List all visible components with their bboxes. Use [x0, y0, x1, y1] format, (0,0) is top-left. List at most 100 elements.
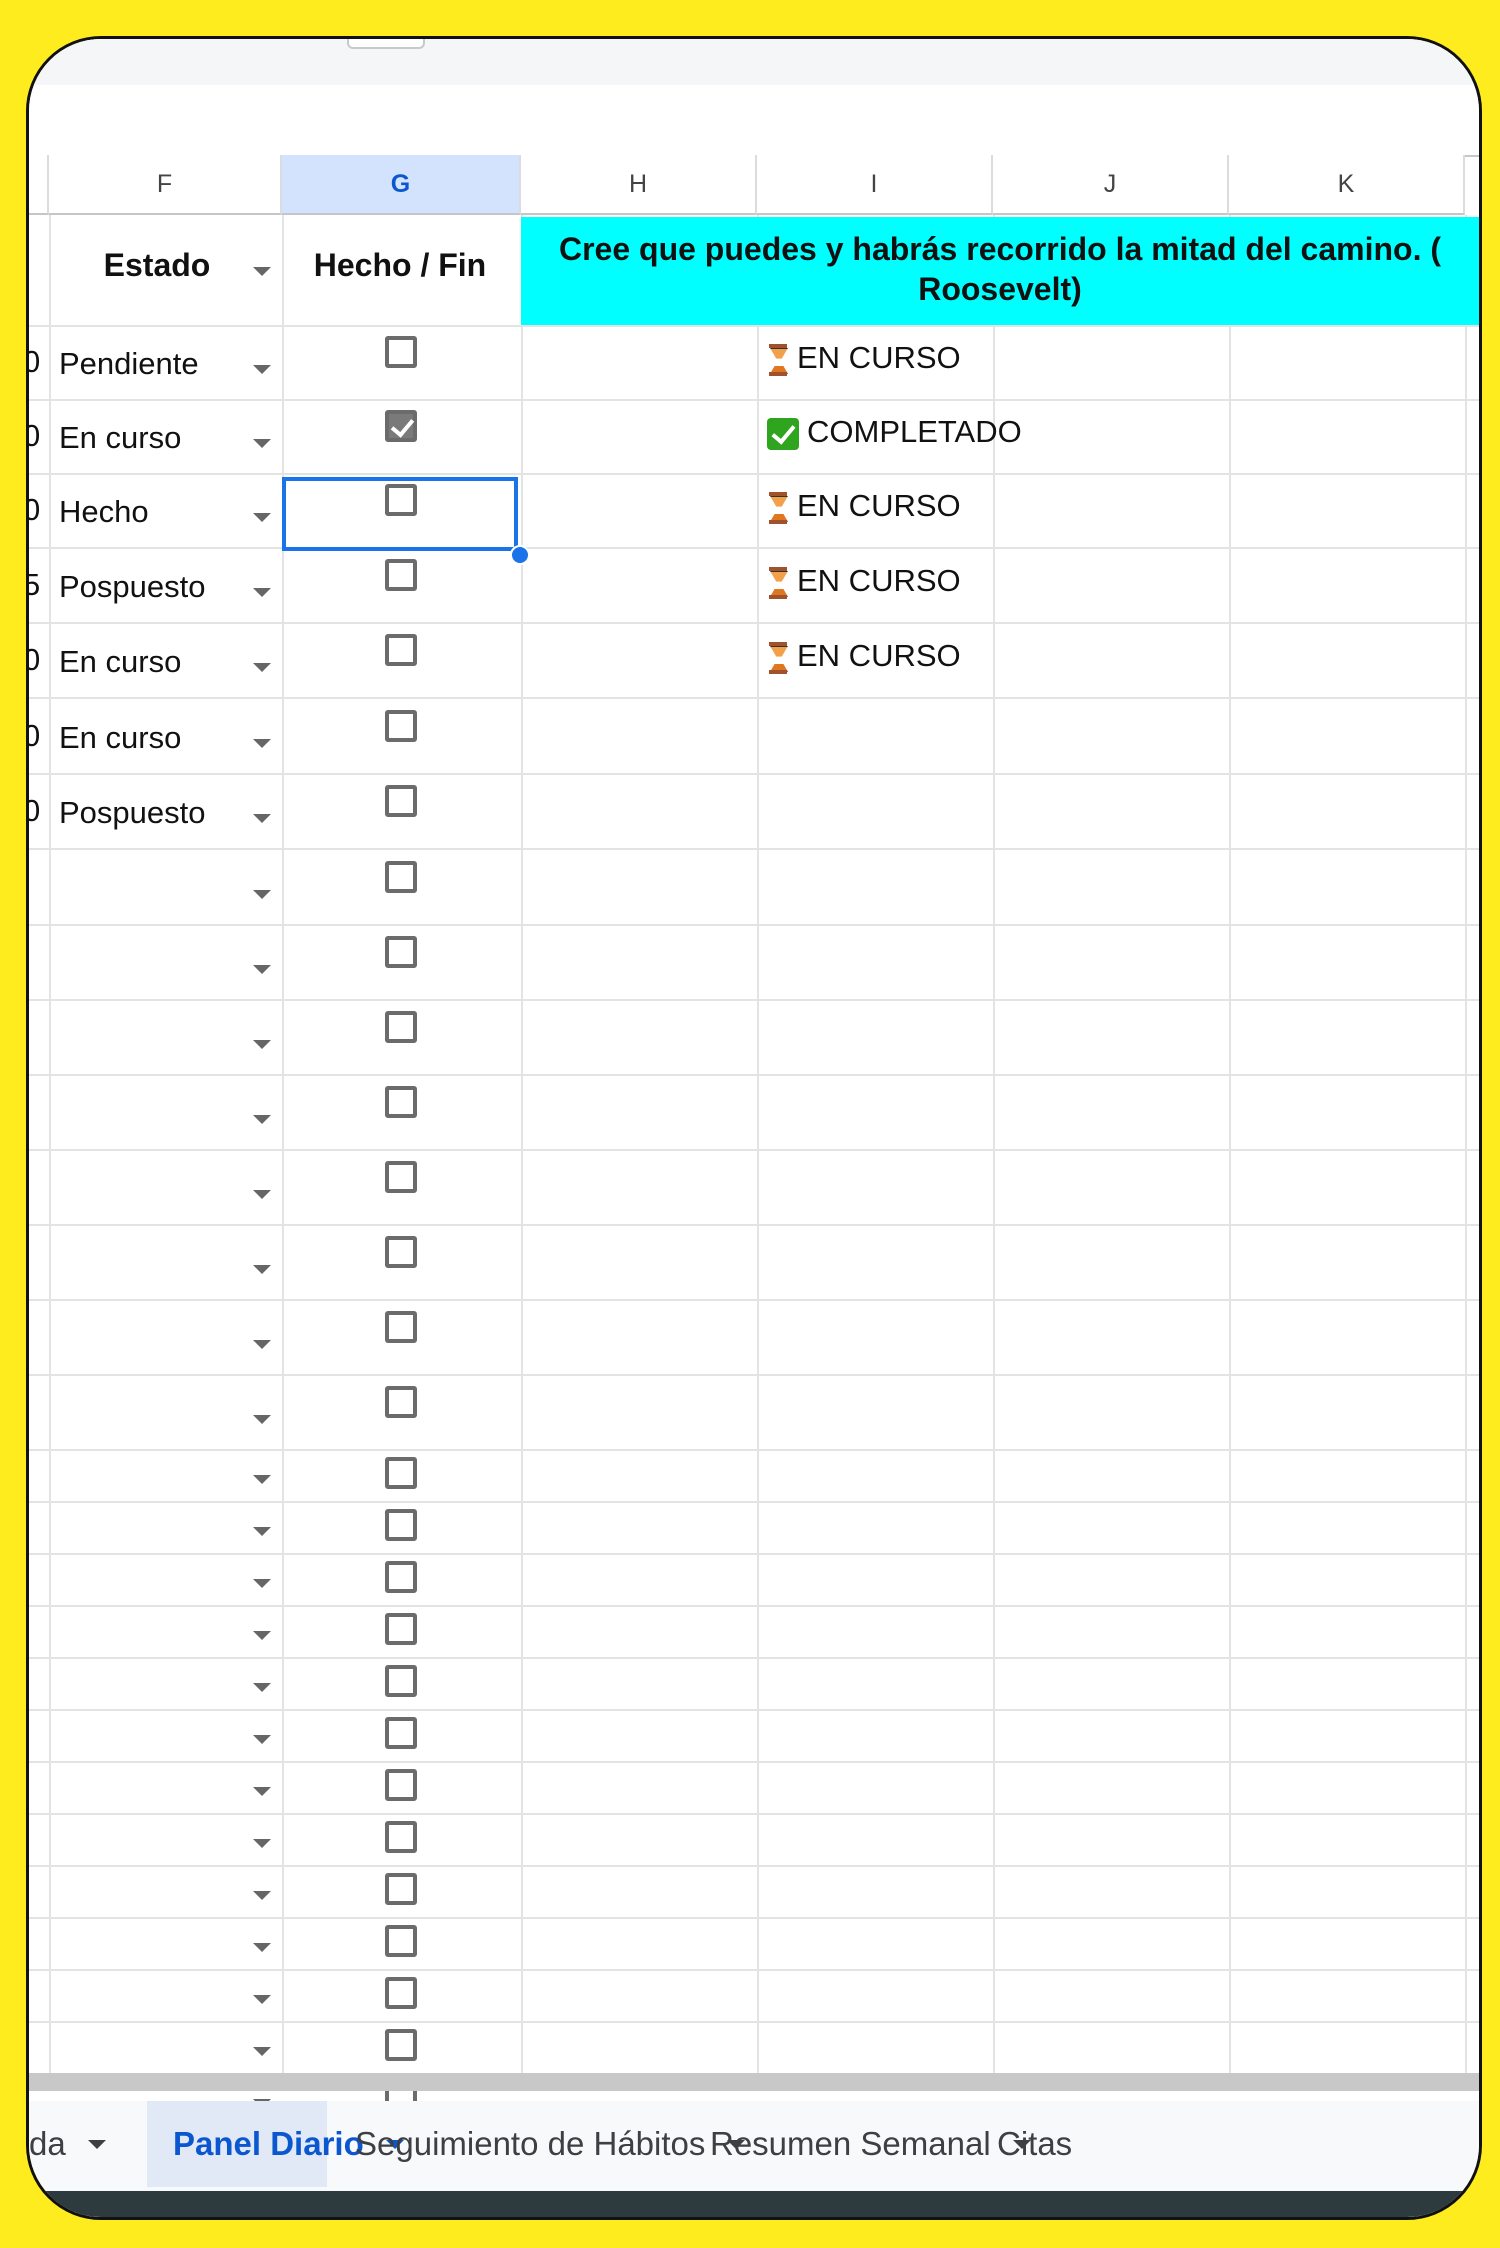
grid-line-horizontal [29, 999, 1479, 1001]
status-cell: EN CURSO [767, 636, 961, 676]
done-checkbox[interactable] [385, 935, 417, 968]
done-checkbox[interactable] [385, 785, 417, 817]
estado-dropdown-icon[interactable] [253, 1787, 271, 1796]
column-header-i[interactable]: I [757, 155, 993, 215]
sheet-tab-label: da [29, 2125, 66, 2162]
motivational-quote: Cree que puedes y habrás recorrido la mi… [521, 217, 1479, 325]
estado-dropdown-icon[interactable] [253, 1114, 271, 1124]
estado-dropdown-icon[interactable] [253, 1683, 271, 1692]
done-checkbox[interactable] [385, 336, 417, 368]
grid-line-horizontal [29, 1074, 1479, 1076]
estado-dropdown-icon[interactable] [253, 2047, 271, 2056]
done-checkbox[interactable] [385, 2029, 417, 2061]
estado-cell[interactable]: En curso [59, 642, 181, 682]
done-checkbox[interactable] [385, 1769, 417, 1801]
done-checkbox[interactable] [385, 1310, 417, 1343]
hourglass-icon [767, 566, 789, 599]
done-checkbox[interactable] [385, 559, 417, 591]
column-header-f[interactable]: F [49, 155, 282, 215]
sheet-tab-resumen-semanal[interactable]: Resumen Semanal [684, 2101, 1031, 2187]
estado-dropdown-icon[interactable] [253, 1264, 271, 1274]
sheet-tab-seguimiento-de-h-bitos[interactable]: Seguimiento de Hábitos [329, 2101, 746, 2187]
column-header-edge [29, 155, 49, 215]
estado-cell[interactable]: Pospuesto [59, 793, 206, 833]
estado-dropdown-icon[interactable] [253, 1891, 271, 1900]
done-checkbox[interactable] [385, 1821, 417, 1853]
done-checkbox[interactable] [385, 1717, 417, 1749]
taskbar-strip [29, 2191, 1479, 2217]
grid-line-horizontal [29, 473, 1479, 475]
selected-cell[interactable] [282, 477, 518, 551]
previous-column-value: 0 [29, 718, 40, 754]
estado-cell[interactable]: En curso [59, 718, 181, 758]
horizontal-scrollbar[interactable] [29, 2073, 1479, 2091]
done-checkbox[interactable] [385, 1160, 417, 1193]
done-checkbox[interactable] [385, 1235, 417, 1268]
sheet-tab-label: Citas [997, 2125, 1073, 2162]
status-label: COMPLETADO [807, 414, 1022, 449]
estado-dropdown-icon[interactable] [253, 1475, 271, 1484]
estado-dropdown-icon[interactable] [253, 1943, 271, 1952]
estado-cell[interactable]: Hecho [59, 492, 149, 532]
estado-cell[interactable]: Pendiente [59, 344, 199, 384]
estado-dropdown-icon[interactable] [253, 1631, 271, 1640]
done-checkbox[interactable] [385, 1509, 417, 1541]
grid-line-horizontal [29, 1813, 1479, 1815]
grid-line-horizontal [29, 1657, 1479, 1659]
done-checkbox[interactable] [385, 1385, 417, 1418]
estado-dropdown-icon[interactable] [253, 1339, 271, 1349]
done-checkbox[interactable] [385, 1613, 417, 1645]
estado-dropdown-icon[interactable] [253, 1039, 271, 1049]
done-checkbox[interactable] [385, 1977, 417, 2009]
estado-cell[interactable]: Pospuesto [59, 567, 206, 607]
check-mark-icon [767, 417, 799, 450]
done-checkbox[interactable] [385, 710, 417, 742]
estado-dropdown-icon[interactable] [253, 365, 271, 374]
done-checkbox[interactable] [385, 1925, 417, 1957]
estado-dropdown-icon[interactable] [253, 889, 271, 899]
estado-dropdown-icon[interactable] [253, 1735, 271, 1744]
grid-line-vertical [49, 215, 51, 2073]
estado-dropdown-icon[interactable] [253, 1527, 271, 1536]
estado-dropdown-icon[interactable] [253, 663, 271, 672]
done-checkbox[interactable] [385, 860, 417, 893]
sheet-tab-menu-icon[interactable] [87, 2139, 106, 2149]
estado-dropdown-icon[interactable] [253, 1579, 271, 1588]
column-header-j[interactable]: J [993, 155, 1229, 215]
column-header-k[interactable]: K [1229, 155, 1465, 215]
done-checkbox[interactable] [385, 1665, 417, 1697]
estado-dropdown-icon[interactable] [253, 439, 271, 448]
toolbar-handle[interactable] [347, 39, 425, 49]
estado-dropdown-icon[interactable] [253, 964, 271, 974]
grid-line-horizontal [29, 1449, 1479, 1451]
done-checkbox[interactable] [385, 1873, 417, 1905]
estado-dropdown-icon[interactable] [253, 513, 271, 522]
grid-line-horizontal [29, 1709, 1479, 1711]
estado-dropdown-icon[interactable] [253, 588, 271, 597]
done-checkbox[interactable] [385, 1085, 417, 1118]
estado-dropdown-icon[interactable] [253, 814, 271, 823]
done-checkbox[interactable] [385, 1457, 417, 1489]
estado-dropdown-icon[interactable] [253, 1189, 271, 1199]
column-header-g[interactable]: G [282, 155, 521, 215]
done-checkbox[interactable] [385, 410, 417, 442]
estado-cell[interactable]: En curso [59, 418, 181, 458]
estado-filter-dropdown-icon[interactable] [253, 267, 271, 276]
estado-dropdown-icon[interactable] [253, 1995, 271, 2004]
grid-line-horizontal [29, 1605, 1479, 1607]
estado-dropdown-icon[interactable] [253, 739, 271, 748]
done-checkbox[interactable] [385, 1010, 417, 1043]
done-checkbox[interactable] [385, 634, 417, 666]
estado-dropdown-icon[interactable] [253, 1839, 271, 1848]
estado-dropdown-icon[interactable] [253, 1414, 271, 1424]
previous-column-value: 0 [29, 793, 40, 829]
column-header-h[interactable]: H [521, 155, 757, 215]
grid-line-vertical [1465, 215, 1467, 2073]
sheet-tab-da[interactable]: da [29, 2101, 145, 2187]
sheet-tab-panel-diario[interactable]: Panel Diario [147, 2101, 404, 2187]
fill-handle[interactable] [510, 545, 530, 565]
grid-line-horizontal [29, 1917, 1479, 1919]
hourglass-icon [767, 641, 789, 674]
sheet-tab-citas[interactable]: Citas [971, 2101, 1091, 2187]
done-checkbox[interactable] [385, 1561, 417, 1593]
